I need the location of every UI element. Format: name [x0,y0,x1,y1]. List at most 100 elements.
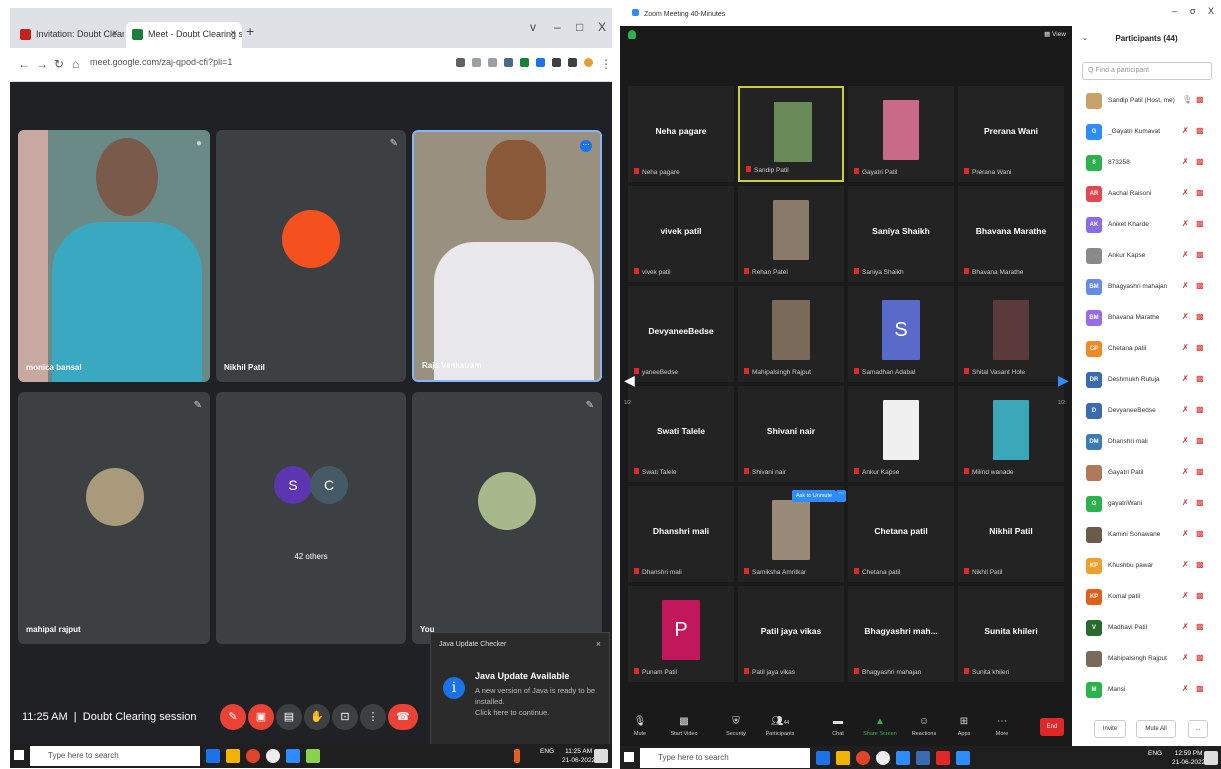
zoom-video-tile[interactable]: Prerana Wani Prerana Wani [958,86,1064,182]
video-off-icon[interactable]: ▩ [1196,250,1204,259]
camera-icon[interactable] [456,58,465,67]
share-icon[interactable] [472,58,481,67]
captions-button[interactable]: ▤ [276,704,302,730]
sidebar-icon[interactable] [568,58,577,67]
video-off-icon[interactable]: ▩ [1196,560,1204,569]
mic-off-icon[interactable]: ✗ [1182,250,1189,259]
zoom-icon[interactable] [896,751,910,765]
extension-icon[interactable] [520,58,529,67]
participant-row[interactable]: Sandip Patil (Host, me) 🎙︎ ▩ [1072,88,1221,115]
zoom-video-tile[interactable]: Nikhil Patil Nikhil Patil [958,486,1064,582]
mic-off-icon[interactable]: ✗ [1182,436,1189,445]
zoom-video-tile[interactable]: Milind wanade [958,386,1064,482]
extension-icon[interactable] [552,58,561,67]
mic-off-icon[interactable]: ✗ [1182,498,1189,507]
video-off-icon[interactable]: ▩ [1196,653,1204,662]
video-off-icon[interactable]: ▩ [1196,467,1204,476]
mic-off-icon[interactable]: ✗ [1182,281,1189,290]
mic-off-icon[interactable]: ✗ [1182,653,1189,662]
mic-off-icon[interactable]: ✗ [1182,529,1189,538]
tab-meet[interactable]: Meet - Doubt Clearing sessi × [126,22,242,48]
mic-off-icon[interactable]: ✗ [1182,343,1189,352]
zoom-video-tile[interactable]: Shivani nair Shivani nair [738,386,844,482]
ask-to-unmute-button[interactable]: Ask to Unmute [792,490,837,502]
zoom-video-tile[interactable]: Gayatri Patil [848,86,954,182]
close-window-button[interactable]: X [1208,6,1214,16]
share-screen-button[interactable]: ▲ Share Screen [860,716,900,737]
video-off-icon[interactable]: ▩ [1196,684,1204,693]
mic-off-icon[interactable]: ✗ [1182,157,1189,166]
app-icon[interactable] [876,751,890,765]
zoom-video-tile[interactable]: P Punam Patil [628,586,734,682]
chat-button[interactable]: ▬ Chat [818,716,858,737]
participant-row[interactable]: V Madhavi Patil ✗ ▩ [1072,615,1221,642]
mic-off-icon[interactable]: ✗ [1182,622,1189,631]
home-icon[interactable]: ⌂ [72,57,79,71]
tray-icon[interactable] [514,749,520,763]
taskbar-search[interactable]: Type here to search [640,748,810,768]
participant-row[interactable]: BM Bhagyashri mahajan ✗ ▩ [1072,274,1221,301]
back-icon[interactable]: ← [18,57,30,71]
apps-button[interactable]: ⊞ Apps [944,716,984,737]
video-off-icon[interactable]: ▩ [1196,343,1204,352]
close-icon[interactable]: × [112,28,118,39]
mute-all-button[interactable]: Mute All [1136,720,1176,738]
participant-row[interactable]: DM Dhanshri mali ✗ ▩ [1072,429,1221,456]
video-off-icon[interactable]: ▩ [1196,157,1204,166]
edge-icon[interactable] [816,751,830,765]
mic-off-icon[interactable]: ✗ [1182,467,1189,476]
video-off-icon[interactable]: ▩ [1196,188,1204,197]
participant-row[interactable]: Kamini Sonawane ✗ ▩ [1072,522,1221,549]
close-window-button[interactable]: X [598,20,606,34]
video-off-icon[interactable]: ▩ [1196,436,1204,445]
url-field[interactable]: meet.google.com/zaj-qpod-cfi?pli=1 [90,57,232,67]
more-options-icon[interactable]: ⋯ [836,490,846,502]
leave-call-button[interactable]: ☎ [388,704,418,730]
mic-off-icon[interactable]: ✗ [1182,684,1189,693]
video-off-icon[interactable]: ▩ [1196,405,1204,414]
participant-row[interactable]: Mahipalsingh Rajput ✗ ▩ [1072,646,1221,673]
participant-row[interactable]: KP Komal patil ✗ ▩ [1072,584,1221,611]
participant-row[interactable]: 8 873258 ✗ ▩ [1072,150,1221,177]
security-button[interactable]: ⛨ Security [716,716,756,737]
mic-off-icon[interactable]: ✗ [1182,219,1189,228]
notification-icon[interactable] [594,749,608,763]
video-off-icon[interactable]: ▩ [1196,312,1204,321]
invite-button[interactable]: Invite [1094,720,1126,738]
minimize-button[interactable]: – [554,20,561,34]
participant-row[interactable]: Gayatri Patil ✗ ▩ [1072,460,1221,487]
participant-row[interactable]: DR Deshmukh Rutuja ✗ ▩ [1072,367,1221,394]
more-options-button[interactable]: ⋮ [360,704,386,730]
more-options-button[interactable]: ... [1188,720,1208,738]
more-button[interactable]: ⋯ More [982,716,1022,737]
video-tile[interactable]: mahipal rajput ✎ [18,392,210,644]
pdf-icon[interactable] [936,751,950,765]
zoom-icon[interactable] [956,751,970,765]
edge-icon[interactable] [206,749,220,763]
chrome-icon[interactable] [856,751,870,765]
zoom-video-tile[interactable]: Patil jaya vikas Patil jaya vikas [738,586,844,682]
mute-button[interactable]: 🎙︎ Mute [620,716,660,737]
video-tile-speaking[interactable]: Raja Venkatram ⋯ [412,130,602,382]
tab-search-icon[interactable]: v [530,20,536,34]
zoom-video-tile[interactable]: Mahipalsingh Rajput [738,286,844,382]
video-off-icon[interactable]: ▩ [1196,498,1204,507]
star-icon[interactable] [488,58,497,67]
reactions-button[interactable]: ☺ Reactions [904,716,944,737]
participant-row[interactable]: KP Khushbu pawar ✗ ▩ [1072,553,1221,580]
video-off-icon[interactable]: ▩ [1196,374,1204,383]
participant-row[interactable]: AR Aachal Raisoni ✗ ▩ [1072,181,1221,208]
extension-icon[interactable] [504,58,513,67]
mic-off-button[interactable]: ✎ [220,704,246,730]
zoom-video-tile[interactable]: vivek patil vivek patil [628,186,734,282]
reload-icon[interactable]: ↻ [54,57,64,71]
video-off-icon[interactable]: ▩ [1196,529,1204,538]
participant-row[interactable]: D DevyaneeBedse ✗ ▩ [1072,398,1221,425]
maximize-button[interactable]: □ [576,20,583,34]
mic-off-icon[interactable]: ✗ [1182,374,1189,383]
zoom-video-tile[interactable]: Neha pagare Neha pagare [628,86,734,182]
start-video-button[interactable]: ▩ Start Video [664,716,704,737]
end-meeting-button[interactable]: End [1040,718,1064,736]
participant-row[interactable]: M Mansi ✗ ▩ [1072,677,1221,704]
taskbar-search[interactable]: Type here to search [30,746,200,766]
